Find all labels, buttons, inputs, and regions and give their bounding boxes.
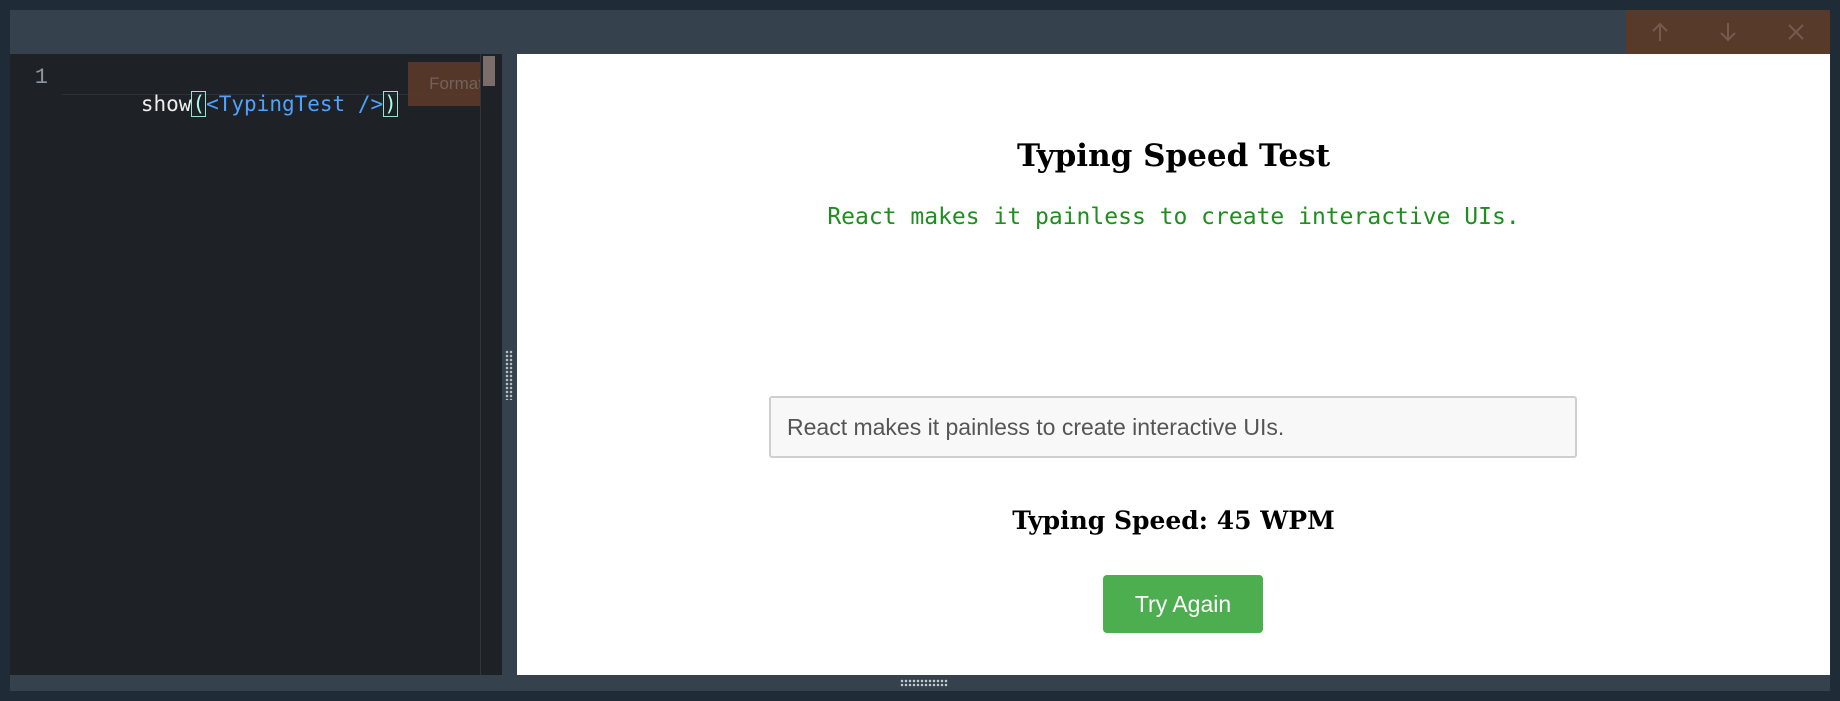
move-down-button[interactable]	[1703, 10, 1753, 54]
arrow-down-icon	[1720, 23, 1736, 42]
arrow-up-icon	[1652, 22, 1668, 41]
code-editor[interactable]: 1 show(<TypingTest />) Format	[10, 54, 502, 675]
jsx-self-close: />	[345, 92, 384, 116]
horizontal-drag-grip-icon	[900, 679, 948, 687]
show-function-name: show	[140, 92, 192, 116]
move-up-button[interactable]	[1635, 10, 1685, 54]
editor-scroll-thumb[interactable]	[483, 56, 495, 86]
jsx-open-bracket: <	[206, 92, 219, 116]
line-number-gutter: 1	[10, 54, 62, 675]
sample-sentence: React makes it painless to create intera…	[827, 204, 1520, 230]
preview-controls	[1626, 10, 1830, 54]
typing-speed-result: Typing Speed: 45 WPM	[1012, 506, 1335, 535]
close-button[interactable]	[1771, 10, 1821, 54]
line-number: 1	[34, 65, 48, 90]
editor-scrollbar[interactable]	[480, 54, 502, 675]
vertical-resize-handle[interactable]	[502, 54, 516, 675]
typing-input[interactable]: React makes it painless to create intera…	[769, 396, 1577, 458]
playground-frame: 1 show(<TypingTest />) Format Typing Spe…	[10, 10, 1830, 691]
page-title: Typing Speed Test	[1016, 138, 1331, 174]
close-paren: )	[383, 91, 398, 117]
component-name: TypingTest	[218, 92, 346, 116]
bottom-resize-handle[interactable]	[10, 675, 1830, 691]
preview-pane: Typing Speed Test React makes it painles…	[517, 54, 1830, 675]
open-paren: (	[191, 91, 207, 117]
drag-grip-icon	[505, 350, 513, 400]
try-again-button[interactable]: Try Again	[1103, 575, 1263, 633]
close-icon	[1788, 24, 1804, 40]
